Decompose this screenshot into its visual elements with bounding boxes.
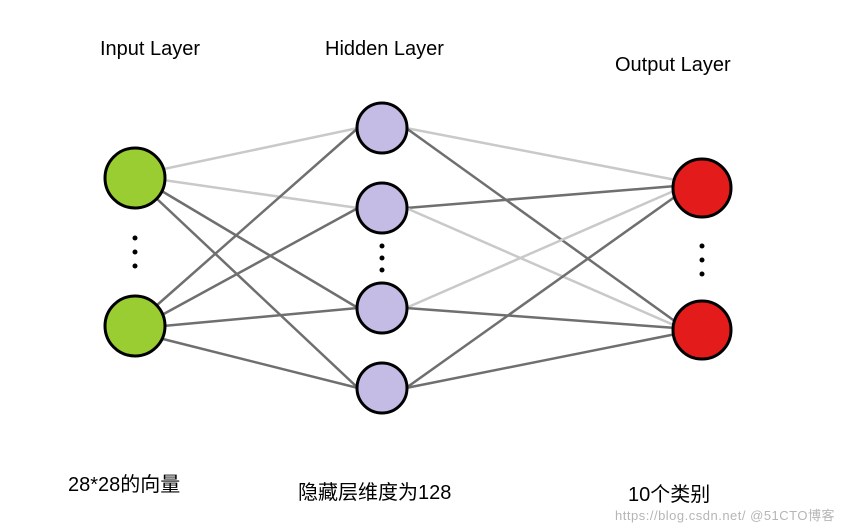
ellipsis-icon — [700, 244, 705, 277]
edges-hidden-output — [406, 128, 676, 388]
network-diagram — [0, 0, 843, 528]
edges-input-hidden — [156, 128, 358, 388]
ellipsis-icon — [133, 236, 138, 269]
hidden-layer-nodes — [357, 103, 407, 413]
input-node — [105, 296, 165, 356]
hidden-node — [357, 363, 407, 413]
hidden-node — [357, 103, 407, 153]
input-layer-nodes — [105, 148, 165, 356]
hidden-node — [357, 283, 407, 333]
input-node — [105, 148, 165, 208]
ellipsis-icon — [380, 244, 385, 273]
hidden-node — [357, 183, 407, 233]
output-node — [673, 159, 731, 217]
output-layer-nodes — [673, 159, 731, 359]
output-node — [673, 301, 731, 359]
